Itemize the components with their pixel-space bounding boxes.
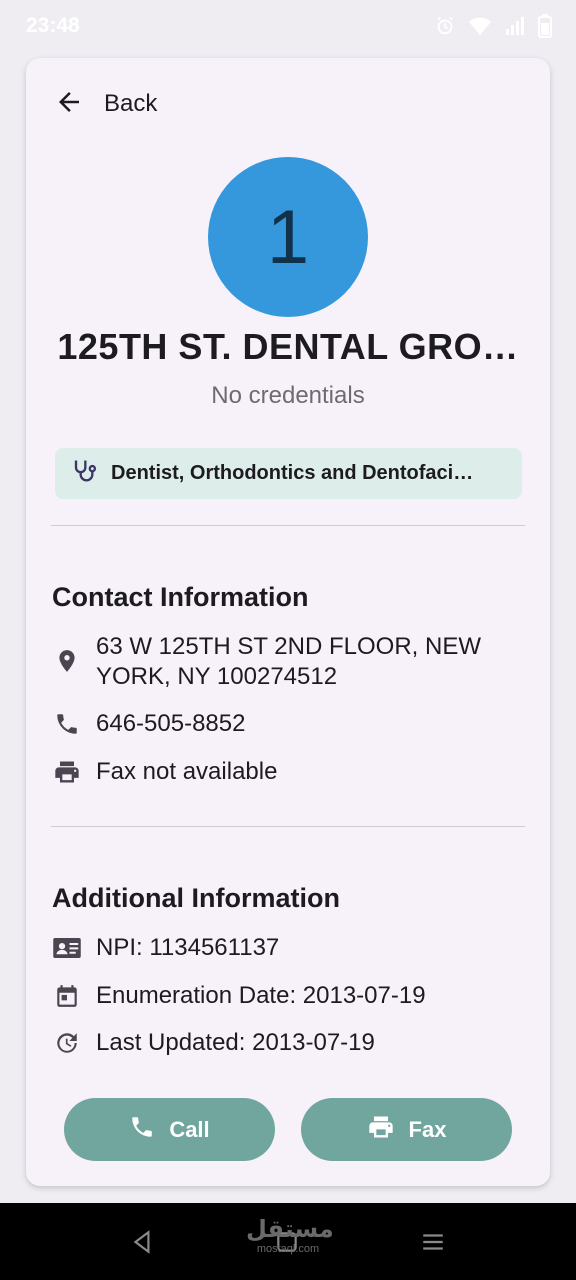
back-button[interactable]: Back (54, 86, 157, 122)
taxonomy-label: Dentist, Orthodontics and Dentofaci… (111, 462, 474, 484)
address-line-2: YORK, NY 100274512 (96, 663, 338, 690)
call-button-label: Call (169, 1116, 210, 1142)
call-button[interactable]: Call (64, 1098, 275, 1161)
alarm-icon (434, 15, 456, 37)
status-time: 23:48 (26, 14, 80, 37)
location-pin-icon (52, 646, 82, 676)
update-icon (52, 1028, 82, 1058)
contact-section-title: Contact Information (52, 582, 309, 612)
wifi-icon (468, 15, 492, 37)
fax-icon (367, 1113, 395, 1146)
fax-button[interactable]: Fax (301, 1098, 512, 1161)
fax-button-label: Fax (408, 1116, 447, 1142)
provider-name: 125TH ST. DENTAL GRO… (57, 326, 519, 367)
provider-detail-card: Back 1 125TH ST. DENTAL GRO… No credenti… (26, 58, 550, 1186)
phone-icon (52, 709, 82, 739)
arrow-back-icon (54, 87, 84, 122)
battery-icon (538, 14, 552, 38)
calendar-icon (52, 981, 82, 1011)
enumeration-date: Enumeration Date: 2013-07-19 (96, 982, 426, 1009)
npi-value: NPI: 1134561137 (96, 934, 280, 961)
fax-status: Fax not available (96, 758, 278, 785)
fax-row: Fax not available (52, 757, 512, 787)
address-line-1: 63 W 125TH ST 2ND FLOOR, NEW (96, 633, 481, 660)
npi-row: NPI: 1134561137 (52, 933, 512, 963)
back-label: Back (104, 90, 158, 117)
address-row: 63 W 125TH ST 2ND FLOOR, NEW YORK, NY 10… (52, 632, 512, 692)
id-card-icon (52, 933, 82, 963)
phone-row[interactable]: 646-505-8852 (52, 709, 512, 739)
provider-credentials: No credentials (211, 382, 365, 409)
nav-back-icon[interactable] (130, 1229, 156, 1260)
divider (51, 826, 525, 827)
additional-section-title: Additional Information (52, 883, 340, 913)
divider (51, 525, 525, 526)
last-updated-row: Last Updated: 2013-07-19 (52, 1028, 512, 1058)
status-bar: 23:48 (0, 0, 576, 52)
system-nav-bar: مستقل mostaql.com (0, 1203, 576, 1280)
stethoscope-icon (69, 457, 97, 490)
avatar: 1 (208, 157, 368, 317)
watermark-logo: مستقل mostaql.com (246, 1216, 334, 1261)
signal-icon (504, 15, 526, 37)
enumeration-row: Enumeration Date: 2013-07-19 (52, 981, 512, 1011)
nav-menu-icon[interactable] (420, 1229, 446, 1260)
watermark-bottom: mostaql.com (256, 1243, 320, 1255)
last-updated: Last Updated: 2013-07-19 (96, 1029, 375, 1056)
phone-number: 646-505-8852 (96, 710, 246, 737)
status-icons (434, 14, 552, 38)
fax-icon (52, 757, 82, 787)
avatar-text: 1 (266, 194, 310, 280)
watermark-top: مستقل (246, 1216, 334, 1243)
taxonomy-chip: Dentist, Orthodontics and Dentofaci… (55, 448, 522, 499)
phone-icon (129, 1114, 155, 1145)
